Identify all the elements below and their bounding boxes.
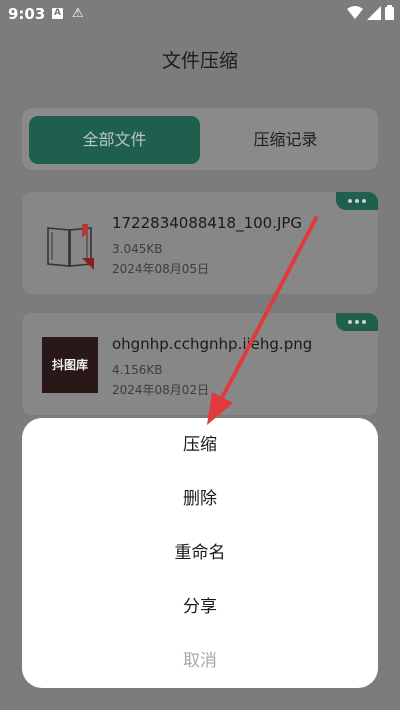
dot-icon xyxy=(355,320,359,324)
tab-bar: 全部文件 压缩记录 xyxy=(22,108,378,170)
more-options-button[interactable] xyxy=(336,313,378,331)
signal-icon xyxy=(367,5,381,20)
tab-compress-history[interactable]: 压缩记录 xyxy=(200,116,371,164)
dot-icon xyxy=(362,320,366,324)
notification-a-icon: A xyxy=(52,8,63,19)
dot-icon xyxy=(355,199,359,203)
file-thumbnail: 抖图库 xyxy=(42,337,98,393)
dot-icon xyxy=(348,320,352,324)
dot-icon xyxy=(362,199,366,203)
delete-button[interactable]: 删除 xyxy=(22,472,378,526)
status-right-icons xyxy=(347,5,394,20)
file-name: 1722834088418_100.JPG xyxy=(112,214,303,232)
page-title: 文件压缩 xyxy=(161,50,238,72)
tab-all-files[interactable]: 全部文件 xyxy=(29,116,200,164)
file-size: 4.156KB xyxy=(112,363,163,377)
share-button[interactable]: 分享 xyxy=(22,580,378,634)
file-card[interactable]: 抖图库 ohgnhp.cchgnhp.iiehg.png 4.156KB 202… xyxy=(22,313,378,415)
compress-button[interactable]: 压缩 xyxy=(22,418,378,472)
warning-icon: ⚠ xyxy=(72,6,84,21)
more-options-button[interactable] xyxy=(336,192,378,210)
rename-button[interactable]: 重命名 xyxy=(22,526,378,580)
cancel-button[interactable]: 取消 xyxy=(22,634,378,688)
action-sheet: 压缩 删除 重命名 分享 取消 xyxy=(22,418,378,688)
file-date: 2024年08月05日 xyxy=(112,262,210,276)
battery-icon xyxy=(385,5,394,20)
file-name: ohgnhp.cchgnhp.iiehg.png xyxy=(112,335,313,353)
dot-icon xyxy=(348,199,352,203)
file-size: 3.045KB xyxy=(112,242,163,256)
status-time: 9:03 xyxy=(8,5,46,23)
wifi-icon xyxy=(347,5,363,19)
file-date: 2024年08月02日 xyxy=(112,383,210,397)
status-bar: 9:03 A ⚠ xyxy=(0,0,400,28)
file-card[interactable]: 1722834088418_100.JPG 3.045KB 2024年08月05… xyxy=(22,192,378,294)
book-icon xyxy=(47,224,94,270)
